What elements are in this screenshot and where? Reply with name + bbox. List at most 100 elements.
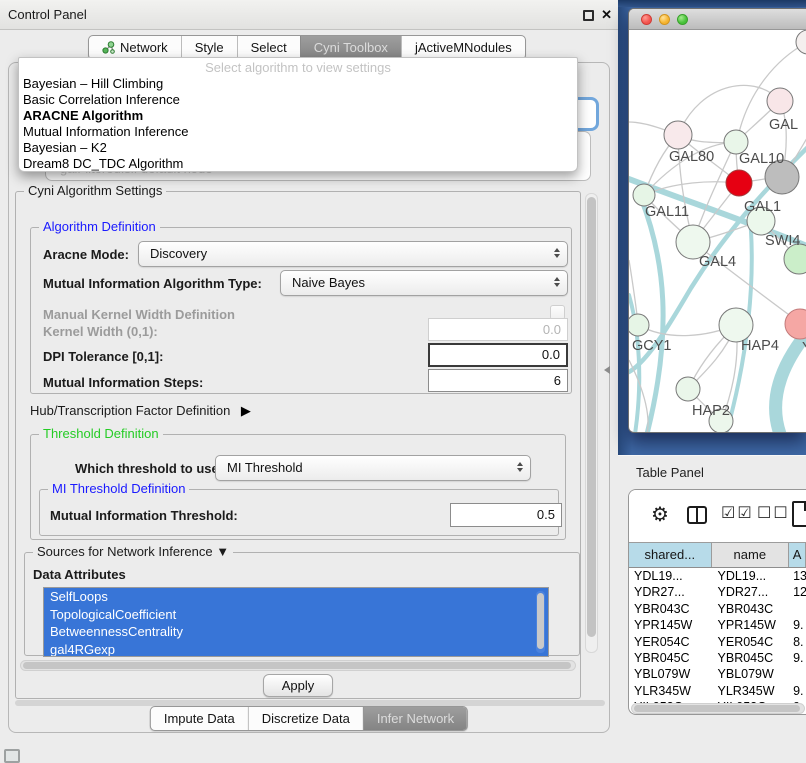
node-label: GAL80: [669, 149, 714, 165]
column-header-shared-name[interactable]: shared...: [629, 543, 712, 567]
node[interactable]: [796, 30, 806, 54]
kernel-width-field[interactable]: 0.0: [428, 318, 568, 341]
node-label: GAL1: [744, 199, 781, 215]
node-gal80[interactable]: [664, 121, 692, 149]
node-label: GAL: [769, 117, 798, 133]
dropdown-item[interactable]: Bayesian – Hill Climbing: [19, 76, 577, 92]
control-panel-titlebar: Control Panel ✕: [0, 0, 618, 30]
algorithm-dropdown-popup: Select algorithm to view settings Bayesi…: [18, 57, 578, 172]
kernel-width-label: Kernel Width (0,1):: [43, 324, 158, 339]
apply-button[interactable]: Apply: [263, 674, 333, 697]
table-row[interactable]: YBR045CYBR045C9.: [629, 650, 806, 666]
dropdown-item-highlighted[interactable]: ARACNE Algorithm: [19, 108, 577, 124]
network-window-titlebar[interactable]: [629, 9, 806, 30]
float-panel-icon[interactable]: [583, 10, 594, 21]
edge: [678, 85, 780, 135]
collapse-down-icon[interactable]: ▼: [216, 544, 229, 559]
network-view-window[interactable]: GAL GAL80 GAL10 GAL1 GAL11 SWI4 GAL4 GCY…: [628, 8, 806, 433]
table-row[interactable]: YDL19...YDL19...13: [629, 568, 806, 584]
table-panel-region: Table Panel ⚙ ☑☑ ☐☐ shared... name A YDL…: [618, 455, 806, 762]
close-icon[interactable]: ✕: [601, 6, 612, 24]
column-header-name[interactable]: name: [712, 543, 790, 567]
node-gal11[interactable]: [633, 184, 655, 206]
list-scrollbar[interactable]: [536, 591, 545, 653]
settings-vscrollbar[interactable]: [585, 193, 598, 653]
table-toolbar: ⚙ ☑☑ ☐☐: [629, 490, 806, 542]
sources-group: Sources for Network Inference ▼ Data Att…: [24, 552, 580, 656]
tab-jactivemnodules[interactable]: jActiveMNodules: [401, 36, 525, 59]
node-hap4[interactable]: [719, 308, 753, 342]
table-row[interactable]: YPR145WYPR145W9.: [629, 617, 806, 633]
mi-steps-field[interactable]: 6: [428, 369, 568, 392]
list-item[interactable]: BetweennessCentrality: [44, 623, 548, 641]
tab-style[interactable]: Style: [181, 36, 237, 59]
dropdown-item[interactable]: Bayesian – K2: [19, 140, 577, 156]
mac-close-button[interactable]: [641, 14, 652, 25]
dropdown-item[interactable]: Dream8 DC_TDC Algorithm: [19, 156, 577, 172]
table-window: ⚙ ☑☑ ☐☐ shared... name A YDL19...YDL19..…: [628, 489, 806, 715]
hub-definition-toggle[interactable]: Hub/Transcription Factor Definition ▶: [30, 402, 251, 420]
tab-cyni-toolbox[interactable]: Cyni Toolbox: [300, 36, 401, 59]
tab-infer-network[interactable]: Infer Network: [363, 707, 467, 730]
dpi-tolerance-field[interactable]: 0.0: [428, 343, 568, 367]
cyni-bottom-tabbar: Impute Data Discretize Data Infer Networ…: [150, 706, 468, 731]
mi-steps-label: Mutual Information Steps:: [43, 375, 203, 390]
gear-icon[interactable]: ⚙: [651, 502, 669, 528]
table-row[interactable]: YBL079WYBL079W: [629, 666, 806, 682]
cyni-algorithm-settings-group: Cyni Algorithm Settings Algorithm Defini…: [15, 191, 581, 699]
table-body: YDL19...YDL19...13 YDR27...YDR27...12 YB…: [629, 568, 806, 703]
node-gal-partial[interactable]: [767, 88, 793, 114]
node-label: GCY1: [632, 338, 672, 354]
list-item[interactable]: gal4RGexp: [44, 641, 548, 658]
select-all-checkboxes-icon[interactable]: ☑☑: [721, 503, 754, 523]
table-row[interactable]: YER054CYER054C8.: [629, 634, 806, 650]
which-threshold-label: Which threshold to use:: [75, 461, 223, 476]
aracne-mode-select[interactable]: Discovery: [138, 241, 568, 267]
network-canvas[interactable]: GAL GAL80 GAL10 GAL1 GAL11 SWI4 GAL4 GCY…: [629, 30, 806, 433]
mi-type-label: Mutual Information Algorithm Type:: [43, 276, 262, 291]
node-label: Y: [802, 340, 806, 356]
node-gcy1[interactable]: [629, 314, 649, 336]
column-header-partial[interactable]: A: [789, 543, 806, 567]
column-browser-icon[interactable]: [687, 506, 707, 524]
mi-threshold-field[interactable]: 0.5: [450, 503, 562, 527]
expand-right-icon: ▶: [241, 403, 251, 418]
deselect-all-checkboxes-icon[interactable]: ☐☐: [757, 503, 790, 523]
table-row[interactable]: YLR345WYLR345W9.: [629, 683, 806, 699]
mi-type-select[interactable]: Naive Bayes: [280, 270, 568, 296]
tab-network[interactable]: Network: [89, 36, 181, 59]
stepper-icon: [517, 462, 523, 472]
control-panel-title: Control Panel: [8, 0, 87, 30]
aracne-mode-label: Aracne Mode:: [43, 247, 129, 262]
list-item[interactable]: SelfLoops: [44, 588, 548, 606]
table-hscrollbar[interactable]: [631, 703, 805, 714]
list-item[interactable]: TopologicalCoefficient: [44, 606, 548, 624]
dropdown-item[interactable]: Mutual Information Inference: [19, 124, 577, 140]
node-label: GAL10: [739, 151, 784, 167]
threshold-definition-group: Threshold Definition Which threshold to …: [30, 434, 566, 540]
tab-impute-data[interactable]: Impute Data: [151, 707, 248, 730]
mac-minimize-button[interactable]: [659, 14, 670, 25]
dropdown-item[interactable]: Basic Correlation Inference: [19, 92, 577, 108]
table-row[interactable]: YBR043CYBR043C: [629, 601, 806, 617]
node-label: GAL11: [645, 204, 689, 220]
stepper-icon: [554, 277, 560, 287]
restore-panel-icon[interactable]: [4, 749, 20, 763]
tab-network-label: Network: [120, 36, 168, 59]
tab-discretize-data[interactable]: Discretize Data: [248, 707, 363, 730]
which-threshold-select[interactable]: MI Threshold: [215, 455, 531, 481]
mac-zoom-button[interactable]: [677, 14, 688, 25]
network-icon: [102, 41, 115, 54]
data-attributes-list[interactable]: SelfLoops TopologicalCoefficient Between…: [43, 587, 549, 657]
table-row[interactable]: YDR27...YDR27...12: [629, 584, 806, 600]
node-hap2[interactable]: [676, 377, 700, 401]
document-icon[interactable]: [792, 501, 806, 527]
mi-threshold-group: MI Threshold Definition Mutual Informati…: [39, 489, 559, 536]
settings-hscrollbar[interactable]: [20, 660, 576, 671]
mi-threshold-label: Mutual Information Threshold:: [50, 508, 238, 523]
control-panel: Control Panel ✕ Network Style Select Cyn…: [0, 0, 618, 762]
split-pane-handle[interactable]: [604, 366, 610, 374]
manual-kernel-label: Manual Kernel Width Definition: [43, 307, 235, 322]
tab-select[interactable]: Select: [237, 36, 300, 59]
node-selected-red[interactable]: [726, 170, 752, 196]
